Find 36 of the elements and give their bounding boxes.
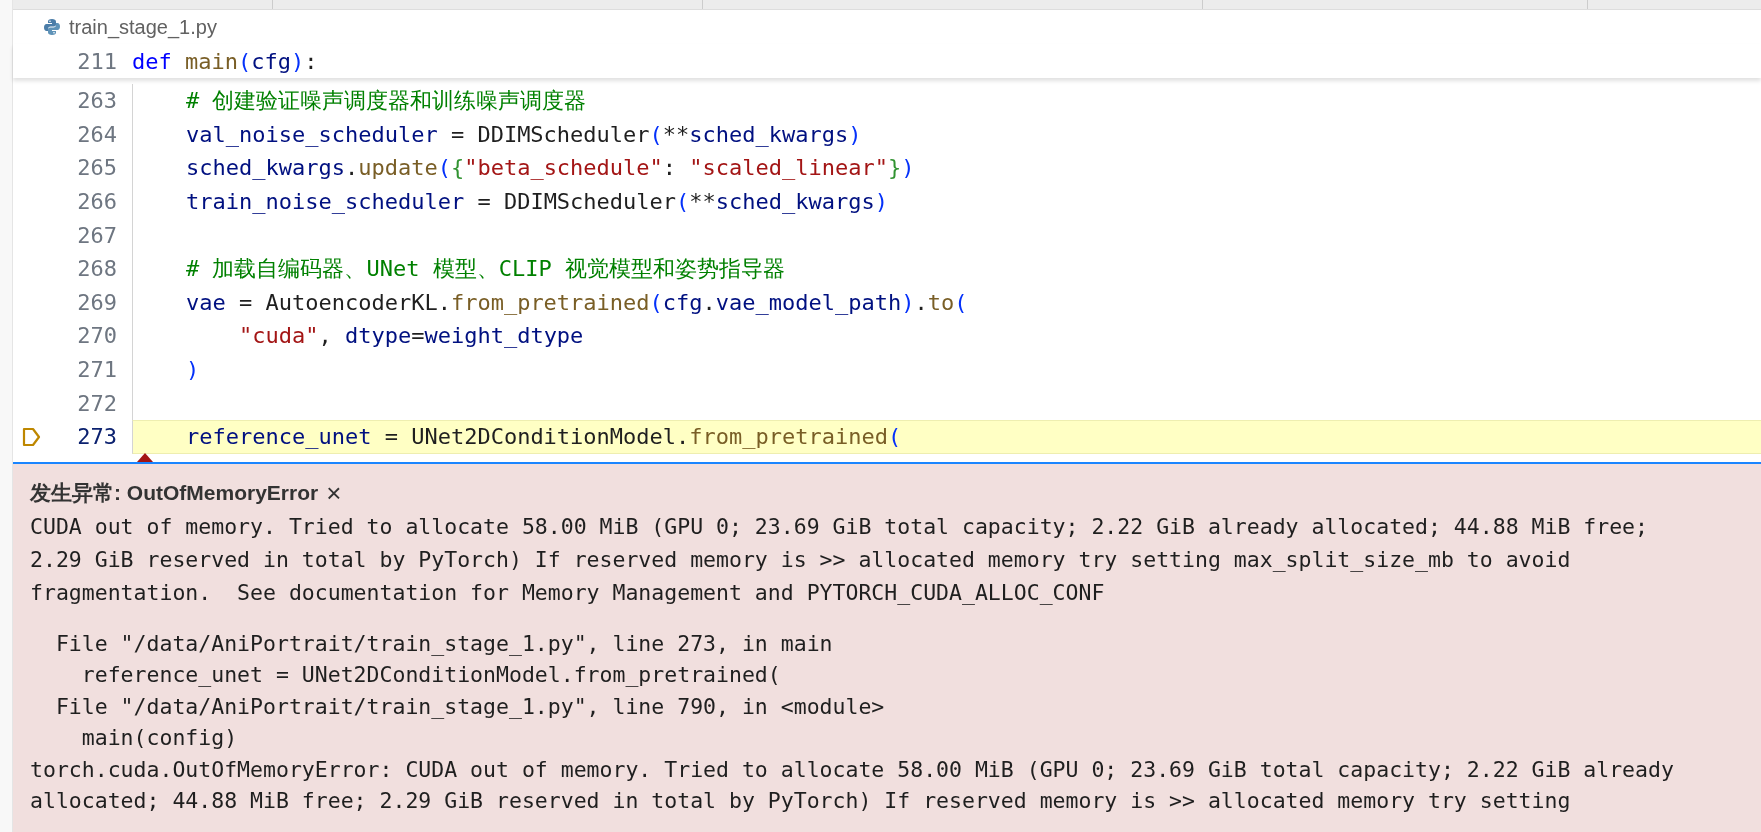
line-number: 211: [76, 47, 118, 76]
python-icon: [43, 18, 61, 36]
line-number: 273: [77, 423, 118, 452]
line-number: 264: [77, 120, 118, 149]
pointer-arrow-icon: [137, 452, 153, 462]
code-text: vae = AutoencoderKL.from_pretrained(cfg.vae_model_path).to(: [184, 288, 968, 317]
code-text: # 加载自编码器、UNet 模型、CLIP 视觉模型和姿势指导器: [184, 255, 785, 284]
code-text: reference_unet = UNet2DConditionModel.from_pretrained(: [184, 423, 902, 452]
traceback-line: reference_unet = UNet2DConditionModel.from_pretrained(: [80, 661, 781, 690]
code-text: val_noise_scheduler = DDIMScheduler(**sched_kwargs): [184, 120, 862, 149]
line-number: 265: [77, 154, 118, 183]
code-text: # 创建验证噪声调度器和训练噪声调度器: [184, 87, 587, 116]
traceback-line: main(config): [80, 724, 238, 753]
close-button[interactable]: ×: [326, 479, 342, 506]
line-number: 270: [77, 322, 118, 351]
line-number: 268: [77, 255, 118, 284]
traceback-line: File "/data/AniPortrait/train_stage_1.py", line 273, in main: [54, 629, 833, 658]
line-number: 269: [77, 288, 118, 317]
exception-message: 2.29 GiB reserved in total by PyTorch) If reserved memory is >> allocated memory try setting max_split_size_mb to avoid: [30, 545, 1571, 574]
exception-message: fragmentation. See documentation for Memory Management and PYTORCH_CUDA_ALLOC_CONF: [30, 578, 1105, 607]
line-number: 266: [77, 188, 118, 217]
traceback-line: allocated; 44.88 MiB free; 2.29 GiB reserved in total by PyTorch) If reserved memory is >> allocated memory try setting: [30, 787, 1571, 816]
exception-message: CUDA out of memory. Tried to allocate 58.00 MiB (GPU 0; 23.69 GiB total capacity; 2.22 GiB already allocated; 44.88 MiB free;: [30, 512, 1648, 541]
traceback-line: torch.cuda.OutOfMemoryError: CUDA out of memory. Tried to allocate 58.00 MiB (GPU 0; 23.69 GiB total capacity; 2.22 GiB already: [30, 755, 1674, 784]
exception-title: 发生异常: OutOfMemoryError: [30, 479, 319, 506]
line-number: 272: [77, 389, 118, 418]
code-text: sched_kwargs.update({"beta_schedule": "scaled_linear"}): [184, 154, 915, 183]
line-number: 263: [77, 87, 118, 116]
code-text: def main(cfg):: [132, 47, 318, 76]
line-number: 271: [77, 356, 118, 385]
code-text: train_noise_scheduler = DDIMScheduler(**sched_kwargs): [184, 188, 889, 217]
code-text: ): [184, 356, 200, 385]
breadcrumb-file[interactable]: train_stage_1.py: [69, 12, 217, 42]
line-number: 267: [77, 221, 118, 250]
traceback-line: File "/data/AniPortrait/train_stage_1.py", line 790, in <module>: [54, 692, 885, 721]
code-text: "cuda", dtype=weight_dtype: [237, 322, 584, 351]
